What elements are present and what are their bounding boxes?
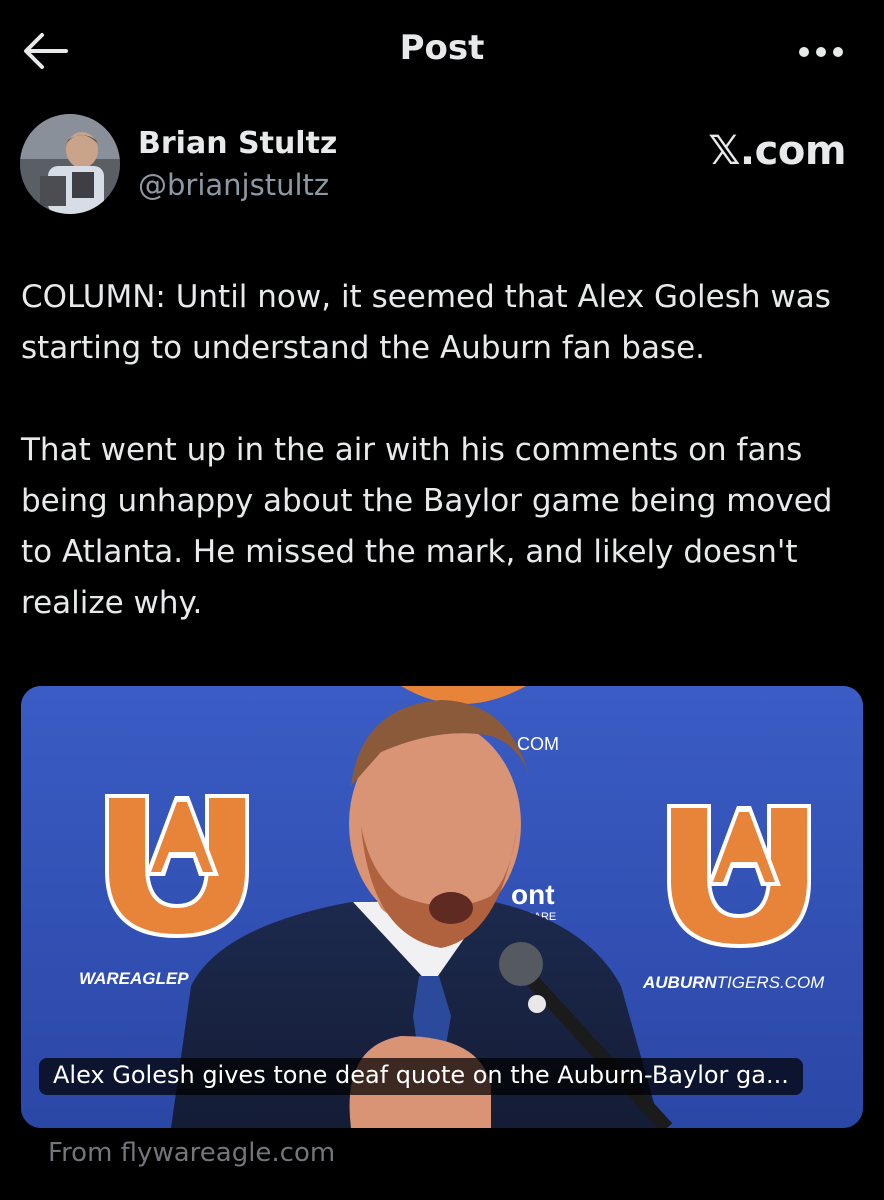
author-name[interactable]: Brian Stultz	[138, 126, 337, 161]
svg-text:AUBURNTIGERS.COM: AUBURNTIGERS.COM	[642, 973, 825, 992]
link-card[interactable]: COM WAREAGLEP AUBURNTIGERS.COM ont THCAR…	[21, 686, 863, 1128]
avatar-image	[20, 114, 120, 214]
post-text: COLUMN: Until now, it seemed that Alex G…	[21, 272, 866, 680]
link-card-source[interactable]: From flywareagle.com	[48, 1138, 335, 1168]
more-button[interactable]	[798, 44, 844, 58]
backdrop-top-text: COM	[517, 734, 559, 754]
page-title: Post	[399, 28, 485, 68]
backdrop-mid-text: ont	[511, 879, 555, 910]
backdrop-right-text-bold: AUBURN	[642, 973, 717, 992]
microphone	[499, 942, 543, 986]
top-bar: Post	[0, 0, 884, 100]
post-paragraph: COLUMN: Until now, it seemed that Alex G…	[21, 279, 831, 366]
more-horizontal-icon	[799, 47, 843, 57]
backdrop-left-text: WAREAGLEP	[79, 969, 189, 988]
link-card-caption: Alex Golesh gives tone deaf quote on the…	[39, 1058, 803, 1095]
author-row: Brian Stultz @brianjstultz 𝕏.com	[20, 114, 864, 218]
post-paragraph: That went up in the air with his comment…	[21, 432, 833, 621]
author-handle[interactable]: @brianjstultz	[138, 168, 329, 202]
backdrop-right-text-light: TIGERS.COM	[717, 973, 826, 992]
source-label: 𝕏.com	[708, 128, 846, 174]
avatar[interactable]	[20, 114, 120, 214]
